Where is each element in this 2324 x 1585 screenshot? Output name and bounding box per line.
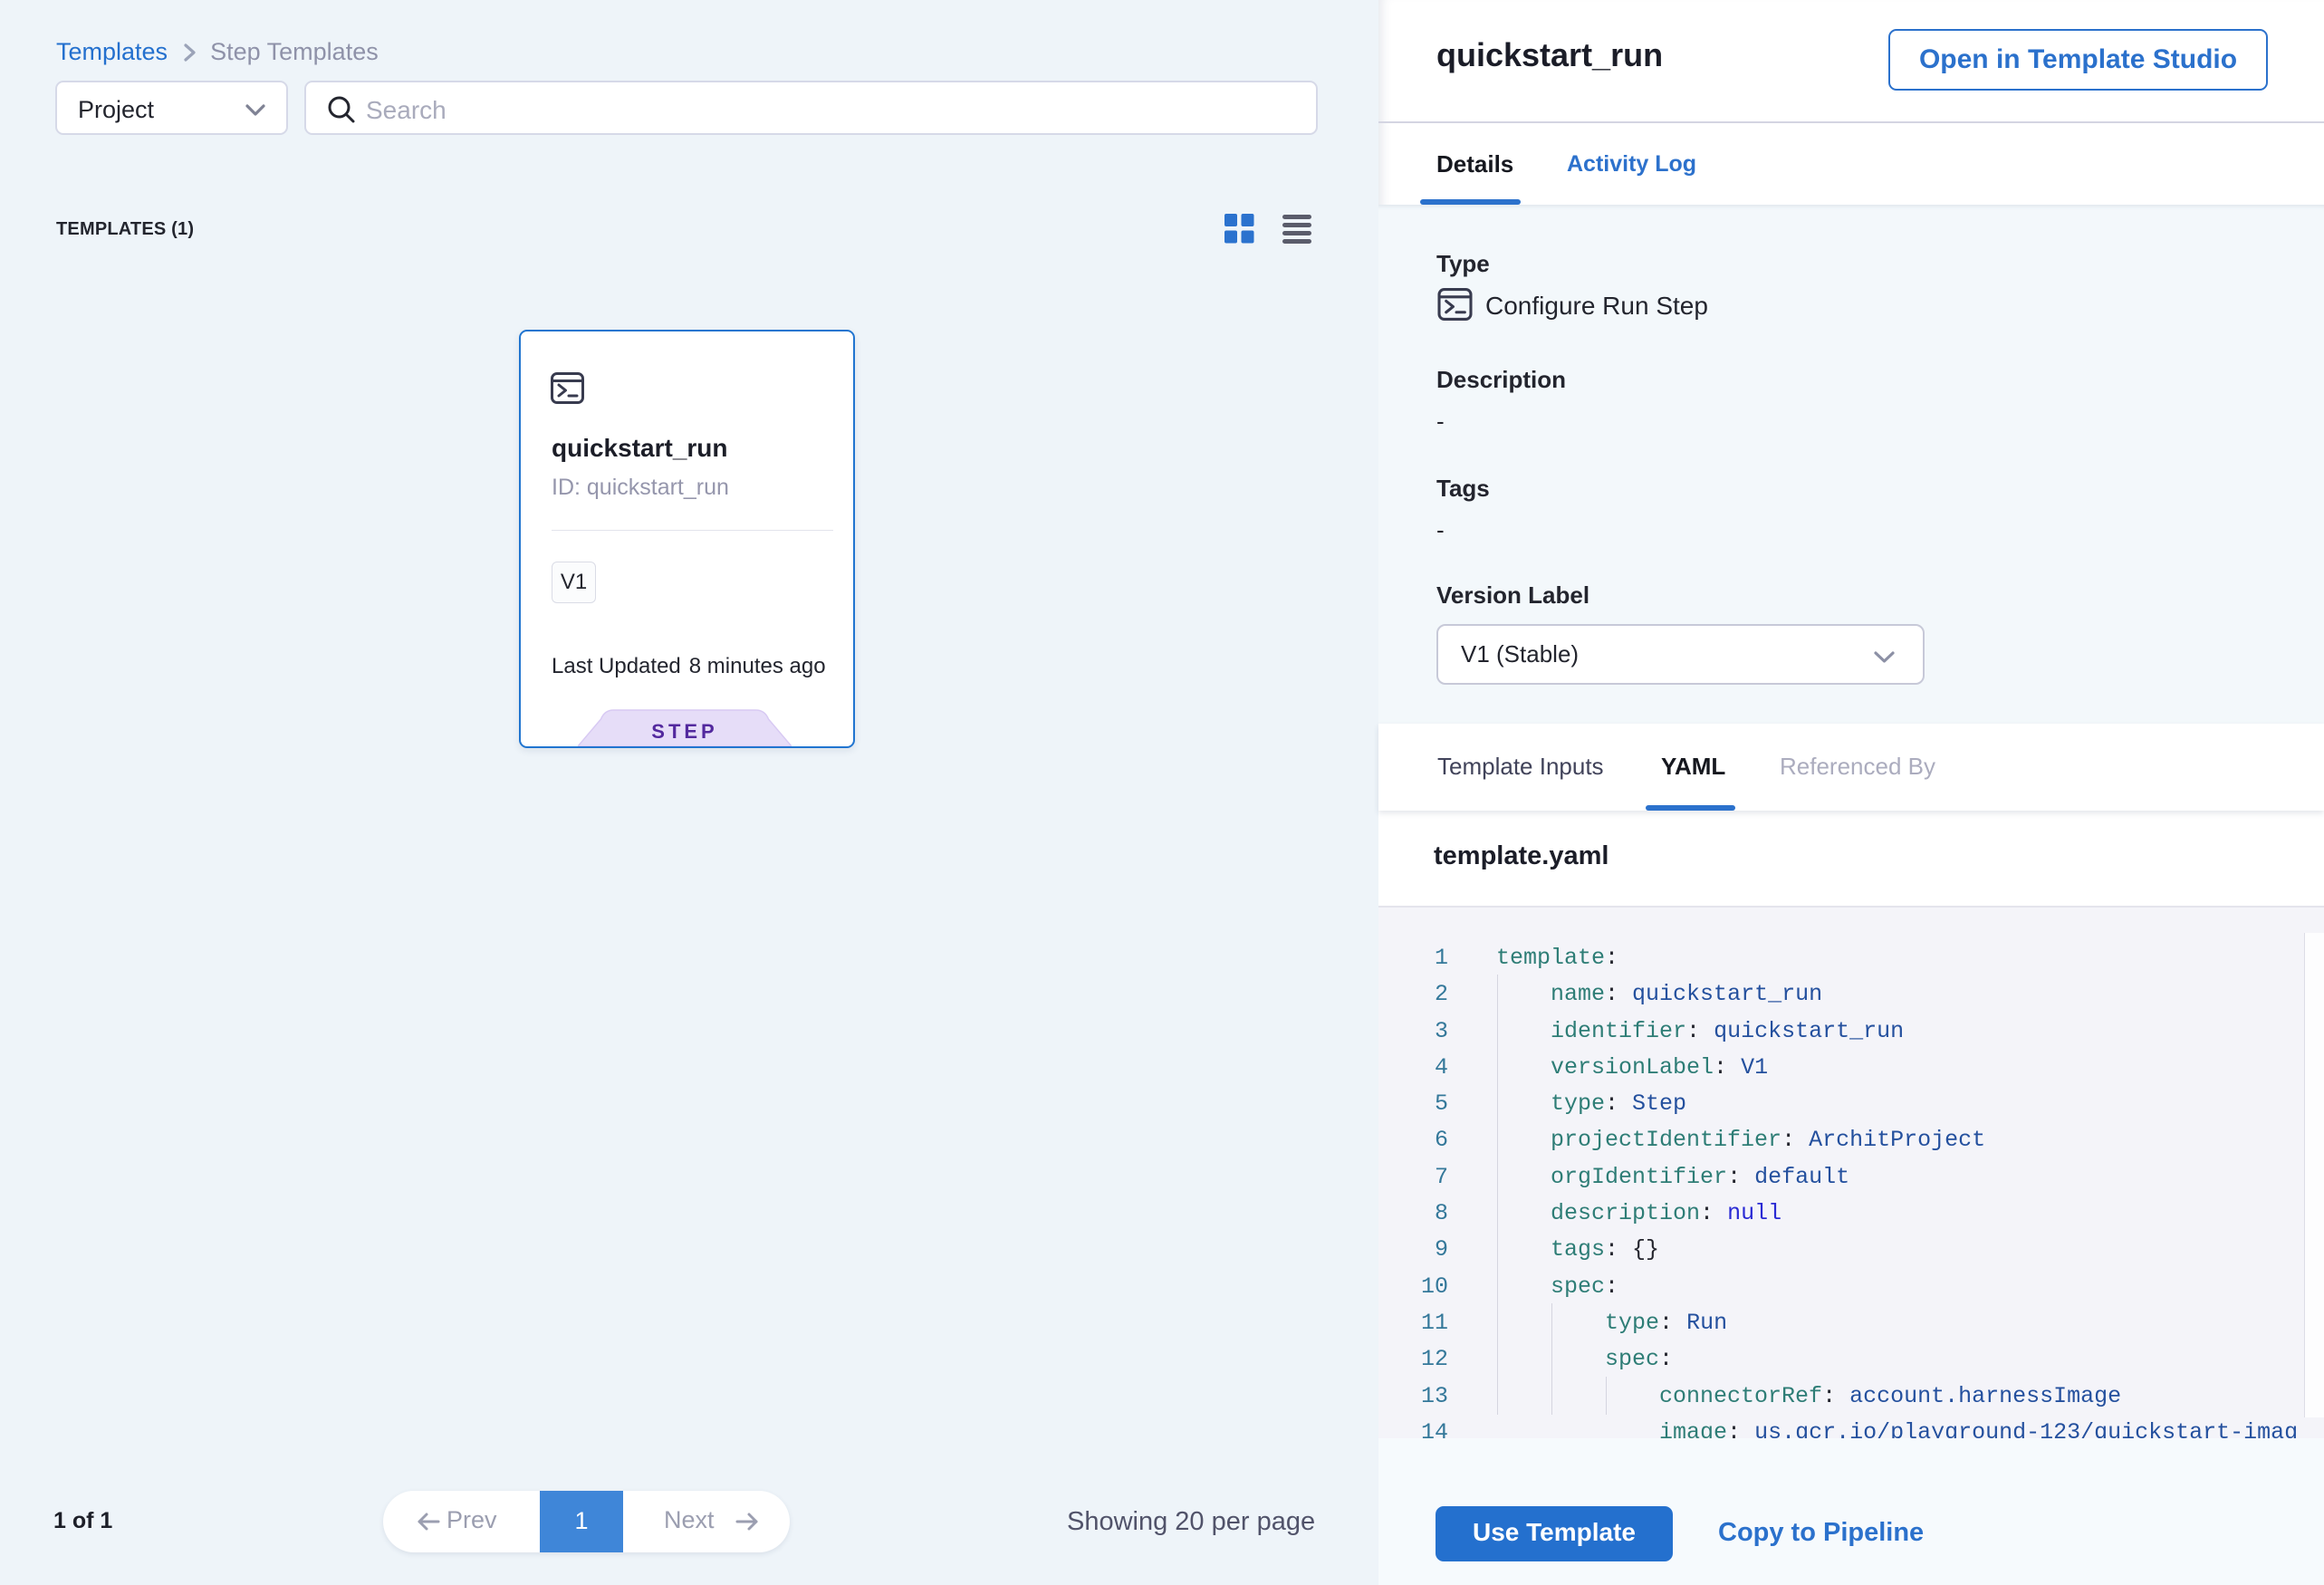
svg-text:STEP: STEP bbox=[651, 720, 717, 743]
